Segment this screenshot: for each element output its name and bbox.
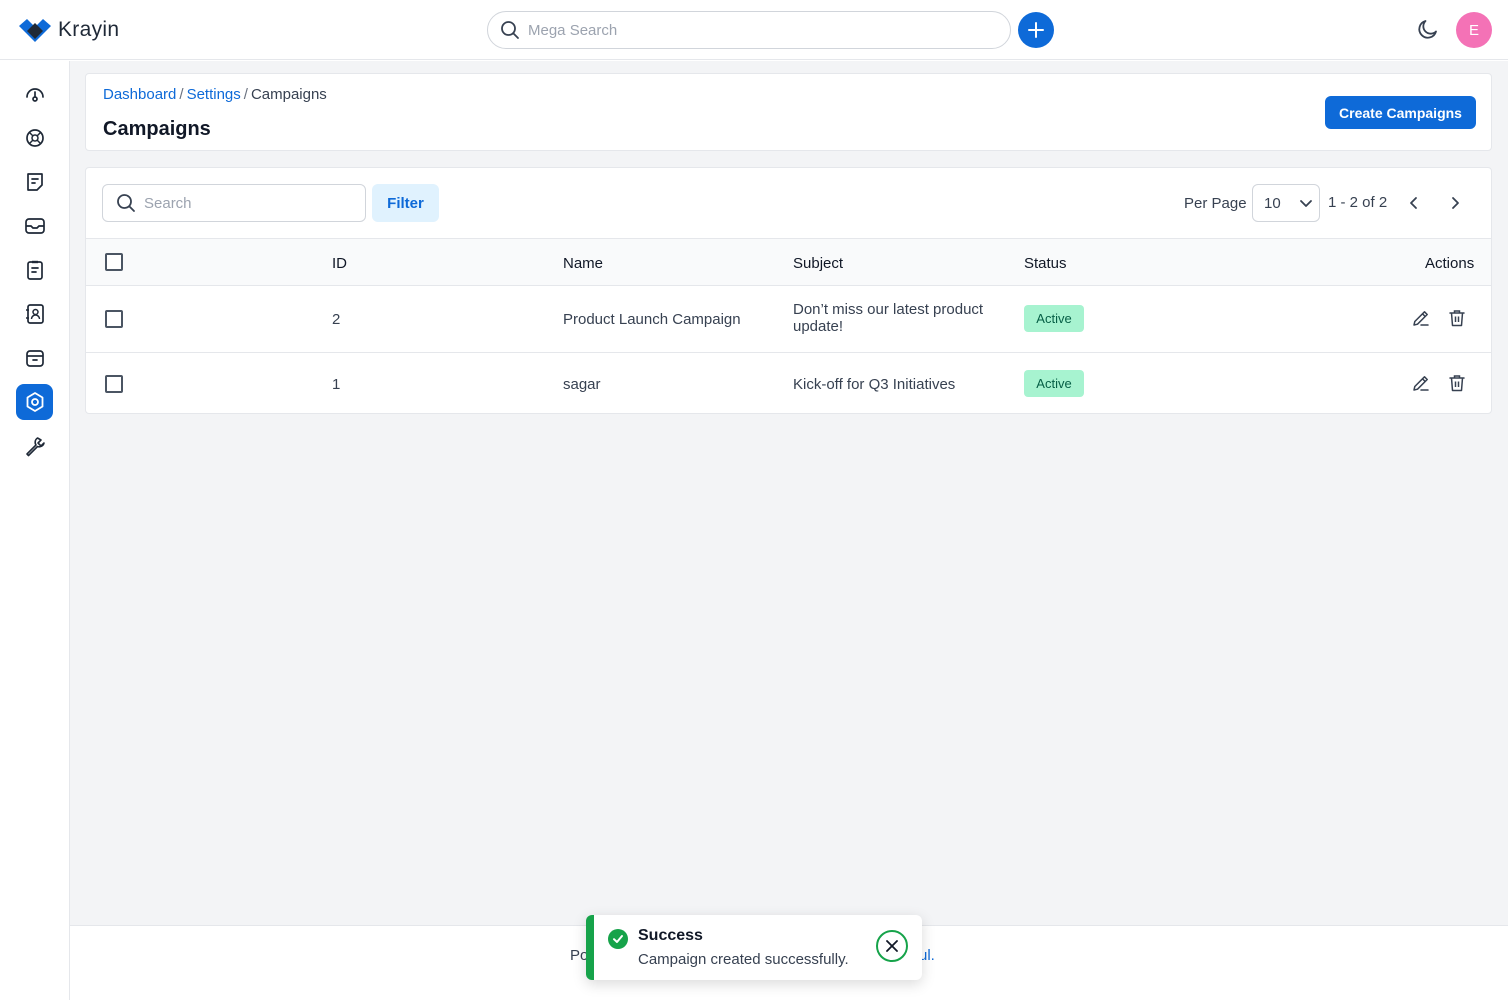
next-page-button[interactable] (1445, 192, 1465, 214)
mega-search-input[interactable] (528, 21, 968, 39)
row-checkbox[interactable] (105, 375, 123, 393)
plus-icon (1028, 22, 1044, 38)
breadcrumb: Dashboard / Settings / Campaigns (103, 86, 327, 103)
grid-search-box[interactable] (102, 184, 366, 222)
mail-icon (24, 218, 45, 234)
edit-button[interactable] (1411, 373, 1431, 393)
breadcrumb-settings[interactable]: Settings (187, 86, 241, 103)
delete-button[interactable] (1447, 308, 1467, 328)
activities-icon (26, 260, 43, 280)
edit-button[interactable] (1411, 308, 1431, 328)
select-all-checkbox[interactable] (105, 253, 123, 271)
krayin-logo[interactable]: Krayin (18, 16, 119, 44)
sidebar-item-leads[interactable] (16, 120, 53, 156)
products-icon (25, 350, 44, 367)
top-header: Krayin E (0, 0, 1508, 60)
main-content: Dashboard / Settings / Campaigns Campaigns C… (70, 61, 1508, 925)
search-icon (117, 194, 135, 212)
row-checkbox[interactable] (105, 310, 123, 328)
delete-button[interactable] (1447, 373, 1467, 393)
pencil-icon (1413, 376, 1429, 391)
pencil-icon (1413, 311, 1429, 326)
per-page-label: Per Page (1184, 195, 1247, 212)
breadcrumb-dashboard[interactable]: Dashboard (103, 86, 176, 103)
row-name: sagar (563, 376, 601, 393)
column-header-status[interactable]: Status (1024, 255, 1067, 272)
row-id: 2 (332, 311, 341, 328)
status-badge: Active (1024, 305, 1084, 332)
column-header-id[interactable]: ID (332, 255, 347, 272)
column-header-subject[interactable]: Subject (793, 255, 843, 272)
pagination-info: 1 - 2 of 2 (1328, 194, 1388, 211)
column-header-name[interactable]: Name (563, 255, 603, 272)
toast-message: Campaign created successfully. (638, 951, 849, 968)
dark-mode-toggle[interactable] (1414, 15, 1442, 43)
sidebar-item-dashboard[interactable] (16, 76, 53, 112)
wrench-icon (25, 437, 45, 457)
sidebar-item-mail[interactable] (16, 208, 53, 244)
sidebar-item-contacts[interactable] (16, 296, 53, 332)
page-header: Dashboard / Settings / Campaigns Campaigns C… (85, 73, 1492, 151)
table-header: ID Name Subject Status Actions (86, 238, 1491, 286)
row-id: 1 (332, 376, 341, 393)
column-header-actions: Actions (1425, 255, 1475, 272)
trash-icon (1449, 310, 1465, 327)
table-row: 1 sagar Kick-off for Q3 Initiatives Acti… (86, 353, 1491, 414)
toast-close-button[interactable] (876, 930, 908, 962)
table-row: 2 Product Launch Campaign Don’t miss our… (86, 286, 1491, 353)
search-icon (501, 21, 519, 39)
sidebar-item-activities[interactable] (16, 252, 53, 288)
quick-add-button[interactable] (1018, 12, 1054, 48)
toast-accent-bar (586, 915, 594, 980)
sidebar-item-configuration[interactable] (16, 428, 53, 464)
breadcrumb-separator: / (179, 86, 184, 103)
per-page-value: 10 (1264, 194, 1281, 212)
row-name: Product Launch Campaign (563, 311, 741, 328)
check-circle-icon (608, 929, 628, 949)
row-subject: Don’t miss our latest product (793, 301, 984, 318)
sidebar-item-settings[interactable] (16, 384, 53, 420)
status-badge: Active (1024, 370, 1084, 397)
contacts-icon (25, 304, 44, 324)
moon-icon (1418, 20, 1437, 39)
sidebar-item-products[interactable] (16, 340, 53, 376)
datagrid: Filter Per Page 10 1 - 2 of 2 ID Name Su… (85, 167, 1492, 414)
grid-search-input[interactable] (144, 194, 344, 212)
sidebar-item-quotes[interactable] (16, 164, 53, 200)
breadcrumb-separator: / (243, 86, 248, 103)
filter-button[interactable]: Filter (372, 184, 439, 222)
row-subject-continued: update! (793, 318, 844, 335)
per-page-select[interactable]: 10 (1252, 184, 1320, 222)
page-title: Campaigns (103, 118, 211, 140)
trash-icon (1449, 375, 1465, 392)
leads-icon (25, 129, 44, 147)
close-icon (886, 940, 898, 952)
breadcrumb-current: Campaigns (250, 86, 327, 103)
settings-icon (26, 392, 43, 412)
dashboard-icon (25, 88, 44, 102)
row-subject: Kick-off for Q3 Initiatives (793, 376, 956, 393)
mega-search-box[interactable] (487, 11, 1011, 49)
create-campaigns-button[interactable]: Create Campaigns (1325, 96, 1476, 129)
toast-title: Success (638, 927, 703, 944)
success-toast: Success Campaign created successfully. (586, 915, 922, 980)
chevron-right-icon (1452, 197, 1459, 209)
sidebar (0, 61, 70, 1000)
chevron-left-icon (1410, 197, 1417, 209)
chevron-down-icon (1299, 200, 1312, 207)
previous-page-button[interactable] (1404, 192, 1424, 214)
brand-name: Krayin (58, 18, 120, 41)
check-icon (613, 935, 623, 943)
quotes-icon (26, 173, 43, 191)
krayin-logo-icon (19, 19, 51, 42)
user-avatar[interactable]: E (1456, 12, 1492, 48)
